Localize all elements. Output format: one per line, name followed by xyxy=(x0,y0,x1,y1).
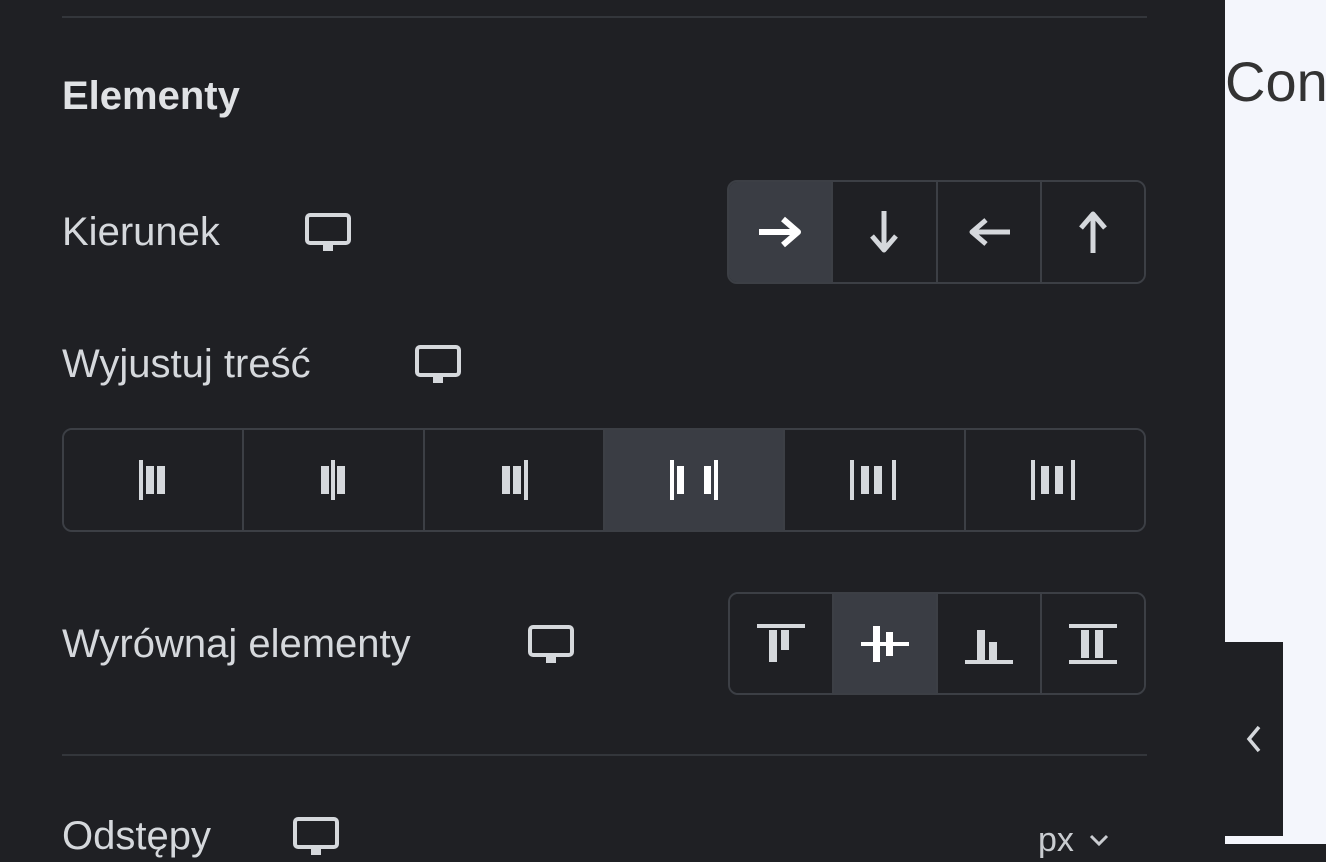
chevron-down-icon xyxy=(1089,834,1108,847)
justify-end-button[interactable] xyxy=(424,430,605,530)
direction-label: Kierunek xyxy=(62,210,220,254)
align-end-button[interactable] xyxy=(938,594,1042,693)
align-label: Wyrównaj elementy xyxy=(62,622,411,666)
desktop-icon[interactable] xyxy=(304,210,352,258)
arrow-left-icon xyxy=(969,218,1010,246)
align-stretch-button[interactable] xyxy=(1042,594,1144,693)
top-divider xyxy=(62,16,1147,18)
preview-text: Con xyxy=(1225,50,1326,113)
justify-start-icon xyxy=(139,460,166,500)
direction-row-button[interactable] xyxy=(729,182,834,282)
arrow-right-icon xyxy=(759,216,802,248)
align-end-icon xyxy=(965,629,1013,664)
justify-space-around-icon xyxy=(850,460,897,500)
gaps-unit-value: px xyxy=(1038,821,1074,859)
editor-panel: Elementy Kierunek Wyjustuj treść Wyrówna… xyxy=(0,0,1225,859)
justify-space-evenly-button[interactable] xyxy=(965,430,1144,530)
justify-center-button[interactable] xyxy=(244,430,425,530)
collapse-panel-button[interactable] xyxy=(1225,642,1283,836)
justify-start-button[interactable] xyxy=(64,430,245,530)
align-start-icon xyxy=(757,623,805,662)
gaps-unit-select[interactable]: px xyxy=(1038,820,1110,860)
justify-end-icon xyxy=(501,460,528,500)
direction-button-group xyxy=(727,180,1146,284)
desktop-icon[interactable] xyxy=(292,814,340,862)
justify-center-icon xyxy=(321,460,346,500)
justify-label: Wyjustuj treść xyxy=(62,342,311,386)
justify-space-between-icon xyxy=(670,460,719,500)
justify-space-evenly-icon xyxy=(1030,460,1075,500)
align-center-button[interactable] xyxy=(834,594,938,693)
justify-button-group xyxy=(62,428,1146,532)
align-center-icon xyxy=(861,625,909,662)
align-button-group xyxy=(728,592,1146,695)
align-stretch-icon xyxy=(1069,623,1117,664)
align-start-button[interactable] xyxy=(730,594,834,693)
desktop-icon[interactable] xyxy=(527,622,575,670)
direction-column-reverse-button[interactable] xyxy=(1041,182,1144,282)
arrow-down-icon xyxy=(870,211,899,253)
direction-row-reverse-button[interactable] xyxy=(937,182,1042,282)
desktop-icon[interactable] xyxy=(414,342,462,390)
direction-column-button[interactable] xyxy=(833,182,938,282)
chevron-left-icon xyxy=(1246,725,1261,753)
justify-space-around-button[interactable] xyxy=(785,430,966,530)
section-title: Elementy xyxy=(62,74,240,118)
arrow-up-icon xyxy=(1078,211,1107,253)
justify-space-between-button[interactable] xyxy=(604,430,786,530)
gaps-label: Odstępy xyxy=(62,814,211,858)
bottom-divider xyxy=(62,754,1147,756)
